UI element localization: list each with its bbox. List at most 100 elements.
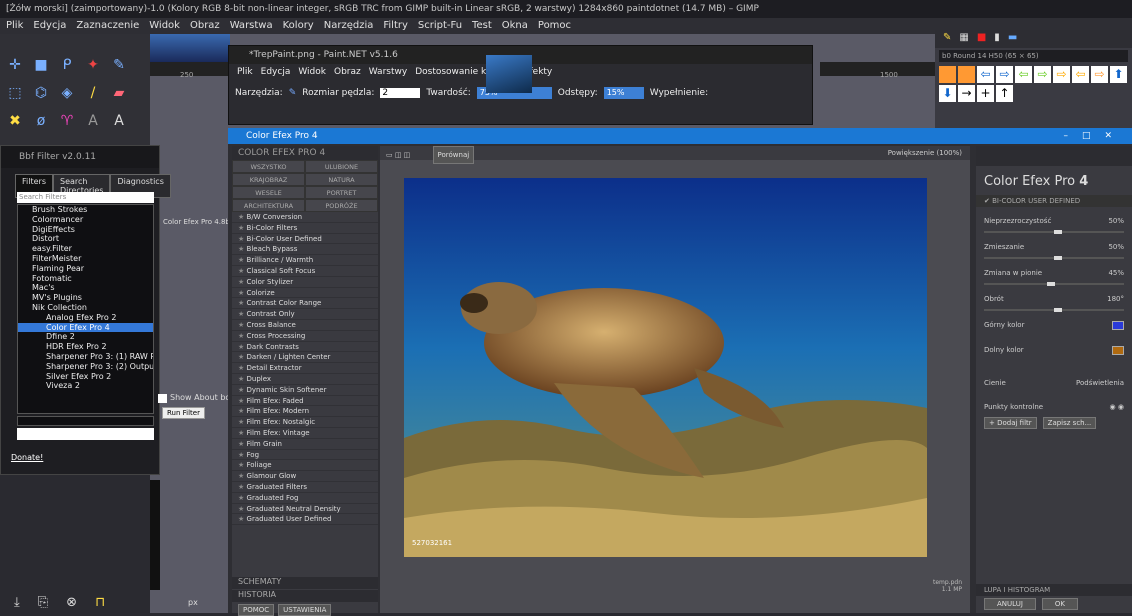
menu-item-filtry[interactable]: Filtry (383, 18, 408, 34)
filter-item[interactable]: ★ Duplex (232, 374, 378, 385)
filter-tree-item[interactable]: Color Efex Pro 4 (18, 322, 153, 333)
star-icon[interactable]: ★ (238, 224, 247, 232)
filter-item[interactable]: ★ Film Efex: Vintage (232, 428, 378, 439)
pattern-tab-icon[interactable]: ▦ (959, 32, 968, 46)
arrow-icon[interactable]: ↑ (996, 85, 1013, 102)
param-slider[interactable] (984, 230, 1124, 234)
star-icon[interactable]: ★ (238, 505, 247, 513)
slider-knob[interactable] (1054, 308, 1062, 312)
path-icon[interactable]: A (82, 110, 104, 132)
brush-swatch[interactable] (939, 66, 956, 83)
filter-item[interactable]: ★ Bi-Color User Defined (232, 234, 378, 245)
param-slider[interactable] (984, 256, 1124, 260)
star-icon[interactable]: ★ (238, 375, 247, 383)
filter-tree-item[interactable]: Distort (18, 234, 153, 244)
brush-swatch[interactable] (958, 66, 975, 83)
filter-tree-item[interactable]: Fotomatic (18, 274, 153, 284)
star-icon[interactable]: ★ (238, 299, 247, 307)
filter-tree-item[interactable]: DigiEffects (18, 225, 153, 235)
star-icon[interactable]: ★ (238, 429, 247, 437)
menu-item-obraz[interactable]: Obraz (190, 18, 220, 34)
star-icon[interactable]: ★ (238, 515, 247, 523)
star-icon[interactable]: ★ (238, 310, 247, 318)
category-tab[interactable]: WESELE (232, 186, 305, 199)
filter-item[interactable]: ★ Glamour Glow (232, 471, 378, 482)
gradient-tab-icon[interactable]: ▮ (994, 32, 1000, 46)
pdn-menu-item[interactable]: Plik (237, 64, 253, 80)
filter-tree-item[interactable]: Silver Efex Pro 2 (18, 372, 153, 382)
brush-icon[interactable]: / (82, 82, 104, 104)
menu-item-script-fu[interactable]: Script-Fu (418, 18, 462, 34)
star-icon[interactable]: ★ (238, 343, 247, 351)
filter-item[interactable]: ★ Contrast Only (232, 309, 378, 320)
star-icon[interactable]: ★ (238, 407, 247, 415)
menu-item-narzędzia[interactable]: Narzędzia (324, 18, 374, 34)
add-filter-button[interactable]: + Dodaj filtr (984, 417, 1037, 429)
show-about-checkbox[interactable] (158, 394, 167, 403)
star-icon[interactable]: ★ (238, 397, 247, 405)
unit-selector[interactable]: px (188, 598, 198, 607)
star-icon[interactable]: ★ (238, 440, 247, 448)
filter-item[interactable]: ★ Classical Soft Focus (232, 266, 378, 277)
filter-section-header[interactable]: ✔ BI-COLOR USER DEFINED (976, 195, 1132, 207)
save-preset-button[interactable]: Zapisz sch... (1042, 417, 1097, 429)
loupe-histogram-section[interactable]: LUPA I HISTOGRAM (976, 584, 1132, 596)
filter-tree-item[interactable]: MV's Plugins (18, 293, 153, 303)
filter-item[interactable]: ★ Dark Contrasts (232, 342, 378, 353)
star-icon[interactable]: ★ (238, 289, 247, 297)
filter-tree-item[interactable]: FilterMeister (18, 254, 153, 264)
arrow-right-icon[interactable]: ⇨ (1053, 66, 1070, 83)
filter-item[interactable]: ★ Colorize (232, 288, 378, 299)
category-tab[interactable]: KRAJOBRAZ (232, 173, 305, 186)
menu-item-plik[interactable]: Plik (6, 18, 23, 34)
brush-size-input[interactable]: 2 (380, 88, 421, 98)
filter-tree-item[interactable]: HDR Efex Pro 2 (18, 342, 153, 352)
star-icon[interactable]: ★ (238, 213, 247, 221)
filter-tree-item[interactable]: Sharpener Pro 3: (1) RAW Presh (18, 352, 153, 362)
spacing-slider[interactable]: 15% (603, 87, 644, 99)
filter-tree-item[interactable]: Flaming Pear (18, 264, 153, 274)
anchor-icon[interactable]: ⤓ (14, 595, 20, 610)
historia-section[interactable]: HISTORIA (232, 590, 378, 602)
pencil-icon[interactable]: ✎ (108, 54, 130, 76)
delete-icon[interactable]: ⊗ (66, 595, 77, 610)
slider-knob[interactable] (1054, 230, 1062, 234)
smudge-icon[interactable]: ø (30, 110, 52, 132)
toggle-icon[interactable]: ◉ ◉ (1110, 403, 1124, 411)
pdn-image-thumbnail[interactable] (486, 55, 532, 93)
filter-path-field[interactable] (17, 428, 154, 440)
help-button[interactable]: POMOC (238, 604, 275, 616)
filter-tree[interactable]: Brush Strokes Colormancer DigiEffects Disto… (17, 204, 154, 414)
dodge-icon[interactable]: ♈ (56, 110, 78, 132)
arrow-icon[interactable]: ⇨ (1091, 66, 1108, 83)
fuzzy-select-icon[interactable]: ✦ (82, 54, 104, 76)
search-filters-input[interactable]: Search Filters (17, 192, 154, 203)
filter-tree-item[interactable]: Colormancer (18, 215, 153, 225)
filter-item[interactable]: ★ Color Stylizer (232, 277, 378, 288)
arrow-icon[interactable]: ⬇ (939, 85, 956, 102)
filter-item[interactable]: ★ Film Grain (232, 439, 378, 450)
filter-tree-item[interactable]: Brush Strokes (18, 205, 153, 215)
slider-knob[interactable] (1054, 256, 1062, 260)
filter-item[interactable]: ★ Darken / Lighten Center (232, 352, 378, 364)
filter-item[interactable]: ★ Cross Balance (232, 320, 378, 331)
brush-tool-icon[interactable]: ✎ (289, 88, 297, 98)
menu-item-okna[interactable]: Okna (502, 18, 528, 34)
filter-item[interactable]: ★ Cross Processing (232, 331, 378, 342)
filter-item[interactable]: ★ B/W Conversion (232, 212, 378, 223)
filter-tree-item[interactable]: easy.Filter (18, 244, 153, 254)
category-tab[interactable]: NATURA (305, 173, 378, 186)
arrow-icon[interactable]: + (977, 85, 994, 102)
arrow-left-icon[interactable]: ⇦ (1072, 66, 1089, 83)
view-mode-icon[interactable]: ▭ ◫ ◫ (380, 151, 410, 159)
settings-button[interactable]: USTAWIENIA (278, 604, 332, 616)
zoom-control[interactable]: Powiększenie (100%) (888, 146, 962, 160)
category-tab[interactable]: ULUBIONE (305, 160, 378, 173)
star-icon[interactable]: ★ (238, 267, 247, 275)
star-icon[interactable]: ★ (238, 235, 247, 243)
filter-item[interactable]: ★ Detail Extractor (232, 363, 378, 374)
arrow-icon[interactable]: → (958, 85, 975, 102)
filter-tree-item[interactable]: Nik Collection (18, 303, 153, 313)
star-icon[interactable]: ★ (238, 321, 247, 329)
menu-item-zaznaczenie[interactable]: Zaznaczenie (76, 18, 139, 34)
